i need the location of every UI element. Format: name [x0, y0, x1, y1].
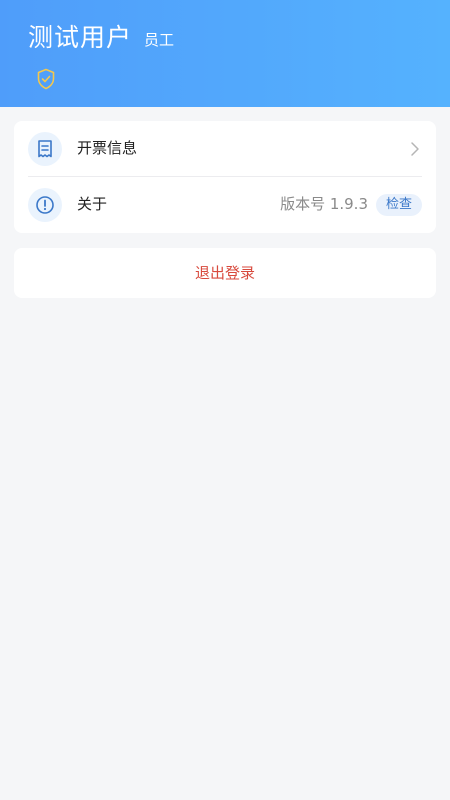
version-number: 版本号 1.9.3 [280, 195, 368, 213]
profile-header: 测试用户 员工 [0, 0, 450, 107]
logout-card: 退出登录 [14, 248, 436, 298]
logout-button[interactable]: 退出登录 [14, 248, 436, 298]
user-name: 测试用户 [28, 23, 133, 52]
menu-card: 开票信息 关于 版本号 1.9.3 检查 [14, 121, 436, 233]
menu-item-invoice-info[interactable]: 开票信息 [14, 121, 436, 177]
info-exclamation-icon [36, 196, 54, 214]
user-role-badge: 员工 [144, 31, 175, 49]
menu-item-about[interactable]: 关于 版本号 1.9.3 检查 [14, 177, 436, 233]
receipt-icon [38, 140, 52, 158]
receipt-icon-wrapper [28, 132, 62, 166]
shield-check-icon [37, 68, 55, 90]
menu-item-label: 关于 [77, 195, 108, 213]
check-update-button[interactable]: 检查 [376, 194, 422, 216]
menu-item-label: 开票信息 [77, 139, 138, 157]
info-icon-wrapper [28, 188, 62, 222]
chevron-right-icon [411, 142, 419, 156]
